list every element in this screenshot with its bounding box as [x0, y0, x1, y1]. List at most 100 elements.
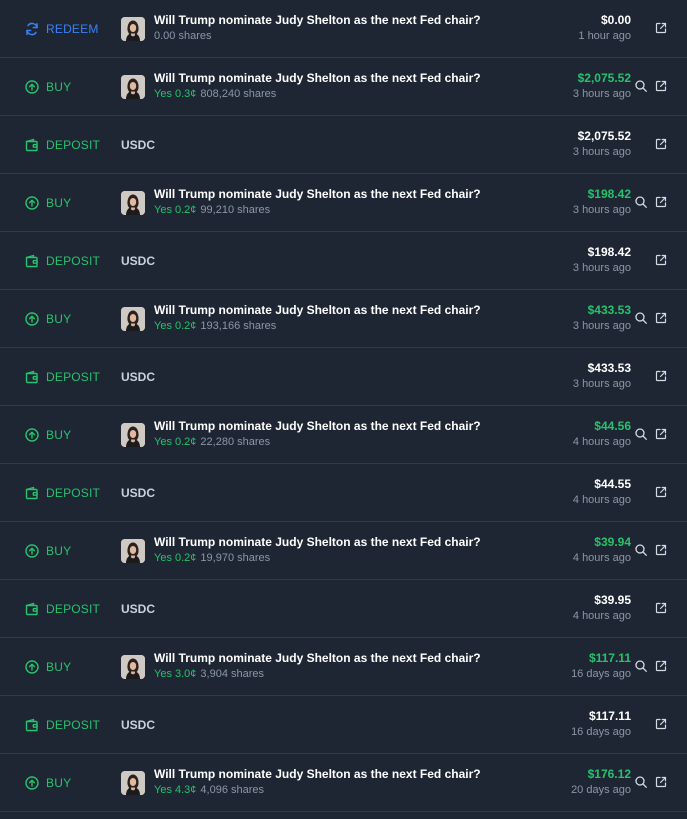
market-avatar: [121, 539, 145, 563]
timestamp: 4 hours ago: [572, 610, 631, 622]
activity-type-label: BUY: [46, 775, 72, 790]
asset-label: USDC: [121, 253, 156, 268]
wallet-icon: [25, 138, 39, 152]
deposit-activity-row[interactable]: DEPOSIT USDC $117.11 16 days ago: [0, 696, 687, 754]
activity-type: BUY: [25, 522, 71, 579]
search-icon[interactable]: [634, 311, 648, 325]
market-title-link[interactable]: Will Trump nominate Judy Shelton as the …: [154, 186, 481, 202]
buy-activity-row[interactable]: BUY Will Trump nominate Judy Shelton as t…: [0, 174, 687, 232]
asset-label: USDC: [121, 717, 156, 732]
deposit-activity-row[interactable]: DEPOSIT USDC $39.95 4 hours ago: [0, 580, 687, 638]
external-link-icon[interactable]: [655, 311, 667, 324]
activity-list: REDEEM Will Trump nominate Judy Shelton a…: [0, 0, 687, 812]
amount-value: $433.53: [587, 303, 631, 317]
external-link-icon[interactable]: [655, 601, 667, 614]
trade-details: Yes 3.0¢ 3,904 shares: [154, 666, 481, 682]
external-link-icon[interactable]: [655, 195, 667, 208]
amount-block: $44.55 4 hours ago: [573, 476, 631, 508]
share-count: 19,970 shares: [200, 552, 271, 564]
search-icon[interactable]: [634, 775, 648, 789]
market-title-link[interactable]: Will Trump nominate Judy Shelton as the …: [154, 534, 481, 550]
asset-label: USDC: [121, 369, 156, 384]
amount-block: $44.56 4 hours ago: [573, 418, 631, 450]
search-icon[interactable]: [634, 79, 648, 93]
amount-value: $198.42: [587, 245, 631, 259]
amount-value: $433.53: [587, 361, 631, 375]
market-info: Will Trump nominate Judy Shelton as the …: [154, 650, 481, 682]
activity-type: BUY: [25, 290, 71, 347]
external-link-icon[interactable]: [655, 717, 667, 730]
wallet-icon: [25, 486, 39, 500]
external-link-icon[interactable]: [655, 485, 667, 498]
arrow-up-circle-icon: [25, 195, 39, 210]
buy-activity-row[interactable]: BUY Will Trump nominate Judy Shelton as t…: [0, 290, 687, 348]
activity-type: DEPOSIT: [25, 232, 100, 289]
buy-activity-row[interactable]: BUY Will Trump nominate Judy Shelton as t…: [0, 522, 687, 580]
external-link-icon[interactable]: [655, 427, 667, 440]
market-avatar: [121, 75, 145, 99]
market-title-link[interactable]: Will Trump nominate Judy Shelton as the …: [154, 766, 481, 782]
market-title-link[interactable]: Will Trump nominate Judy Shelton as the …: [154, 12, 481, 28]
market-info: Will Trump nominate Judy Shelton as the …: [154, 186, 481, 218]
external-link-icon[interactable]: [655, 775, 667, 788]
deposit-activity-row[interactable]: DEPOSIT USDC $44.55 4 hours ago: [0, 464, 687, 522]
search-icon[interactable]: [634, 543, 648, 557]
asset-label: USDC: [121, 601, 156, 616]
market-avatar: [121, 655, 145, 679]
amount-value: $39.94: [594, 535, 631, 549]
outcome-price: Yes 0.3¢: [154, 88, 197, 100]
wallet-icon: [25, 370, 39, 384]
external-link-icon[interactable]: [655, 79, 667, 92]
market-title-link[interactable]: Will Trump nominate Judy Shelton as the …: [154, 650, 481, 666]
deposit-activity-row[interactable]: DEPOSIT USDC $2,075.52 3 hours ago: [0, 116, 687, 174]
deposit-activity-row[interactable]: DEPOSIT USDC $433.53 3 hours ago: [0, 348, 687, 406]
market-info: Will Trump nominate Judy Shelton as the …: [154, 534, 481, 566]
trade-details: Yes 0.2¢ 22,280 shares: [154, 434, 481, 450]
outcome-price: Yes 0.2¢: [154, 436, 197, 448]
trade-details: Yes 0.3¢ 808,240 shares: [154, 86, 481, 102]
share-count: 808,240 shares: [200, 88, 277, 100]
activity-type-label: BUY: [46, 543, 72, 558]
search-icon[interactable]: [634, 195, 648, 209]
buy-activity-row[interactable]: BUY Will Trump nominate Judy Shelton as t…: [0, 58, 687, 116]
market-info: Will Trump nominate Judy Shelton as the …: [154, 766, 481, 798]
timestamp: 4 hours ago: [572, 436, 631, 448]
activity-type: REDEEM: [25, 0, 99, 57]
share-count: 193,166 shares: [200, 320, 277, 332]
external-link-icon[interactable]: [655, 369, 667, 382]
buy-activity-row[interactable]: BUY Will Trump nominate Judy Shelton as t…: [0, 638, 687, 696]
external-link-icon[interactable]: [655, 137, 667, 150]
market-info: Will Trump nominate Judy Shelton as the …: [154, 12, 481, 44]
external-link-icon[interactable]: [655, 543, 667, 556]
timestamp: 4 hours ago: [572, 494, 631, 506]
activity-type-label: DEPOSIT: [46, 485, 101, 500]
buy-activity-row[interactable]: BUY Will Trump nominate Judy Shelton as t…: [0, 406, 687, 464]
market-title-link[interactable]: Will Trump nominate Judy Shelton as the …: [154, 302, 481, 318]
amount-block: $433.53 3 hours ago: [573, 302, 631, 334]
search-icon[interactable]: [634, 659, 648, 673]
share-count: 99,210 shares: [200, 204, 271, 216]
share-count: 4,096 shares: [200, 784, 265, 796]
amount-block: $433.53 3 hours ago: [573, 360, 631, 392]
deposit-activity-row[interactable]: DEPOSIT USDC $198.42 3 hours ago: [0, 232, 687, 290]
amount-value: $117.11: [588, 651, 631, 665]
search-icon[interactable]: [634, 427, 648, 441]
amount-block: $176.12 20 days ago: [571, 766, 631, 798]
redeem-activity-row[interactable]: REDEEM Will Trump nominate Judy Shelton a…: [0, 0, 687, 58]
activity-type: DEPOSIT: [25, 116, 100, 173]
activity-type-label: DEPOSIT: [46, 601, 101, 616]
market-info: Will Trump nominate Judy Shelton as the …: [154, 302, 481, 334]
timestamp: 4 hours ago: [572, 552, 631, 564]
buy-activity-row[interactable]: BUY Will Trump nominate Judy Shelton as t…: [0, 754, 687, 812]
market-title-link[interactable]: Will Trump nominate Judy Shelton as the …: [154, 70, 481, 86]
timestamp: 1 hour ago: [578, 30, 631, 42]
wallet-icon: [25, 718, 39, 732]
activity-type-label: DEPOSIT: [46, 369, 101, 384]
asset-label: USDC: [121, 485, 156, 500]
market-title-link[interactable]: Will Trump nominate Judy Shelton as the …: [154, 418, 481, 434]
external-link-icon[interactable]: [655, 659, 667, 672]
market-avatar: [121, 423, 145, 447]
external-link-icon[interactable]: [655, 21, 667, 34]
refresh-icon: [25, 22, 39, 36]
external-link-icon[interactable]: [655, 253, 667, 266]
